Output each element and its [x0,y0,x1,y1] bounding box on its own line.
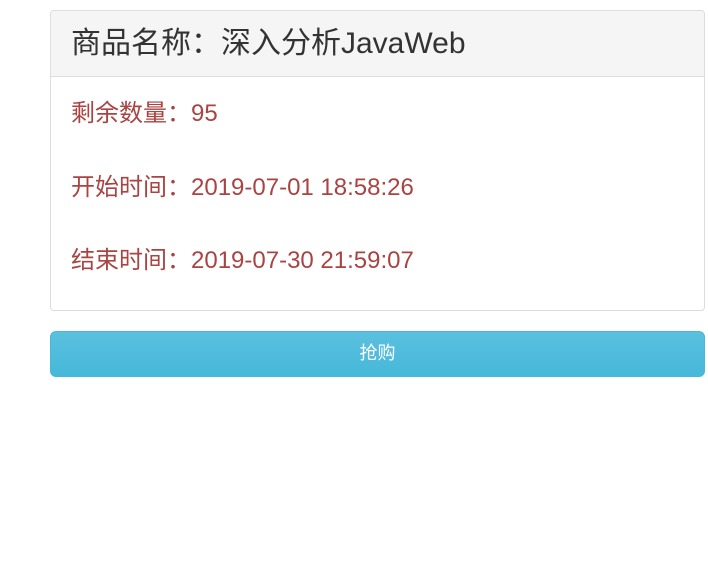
product-title: 商品名称：深入分析JavaWeb [71,27,684,60]
start-value: 2019-07-01 18:58:26 [191,174,414,201]
end-label: 结束时间： [71,247,191,274]
end-time: 结束时间：2019-07-30 21:59:07 [71,244,684,278]
start-time: 开始时间：2019-07-01 18:58:26 [71,171,684,205]
start-label: 开始时间： [71,174,191,201]
buy-button[interactable]: 抢购 [50,331,705,377]
remaining-quantity: 剩余数量：95 [71,97,684,131]
panel-heading: 商品名称：深入分析JavaWeb [51,11,704,77]
end-value: 2019-07-30 21:59:07 [191,247,414,274]
title-label: 商品名称： [71,27,221,60]
remaining-label: 剩余数量： [71,100,191,127]
title-value: 深入分析JavaWeb [221,27,466,60]
product-panel: 商品名称：深入分析JavaWeb 剩余数量：95 开始时间：2019-07-01… [50,10,705,311]
remaining-value: 95 [191,100,218,127]
panel-body: 剩余数量：95 开始时间：2019-07-01 18:58:26 结束时间：20… [51,77,704,310]
